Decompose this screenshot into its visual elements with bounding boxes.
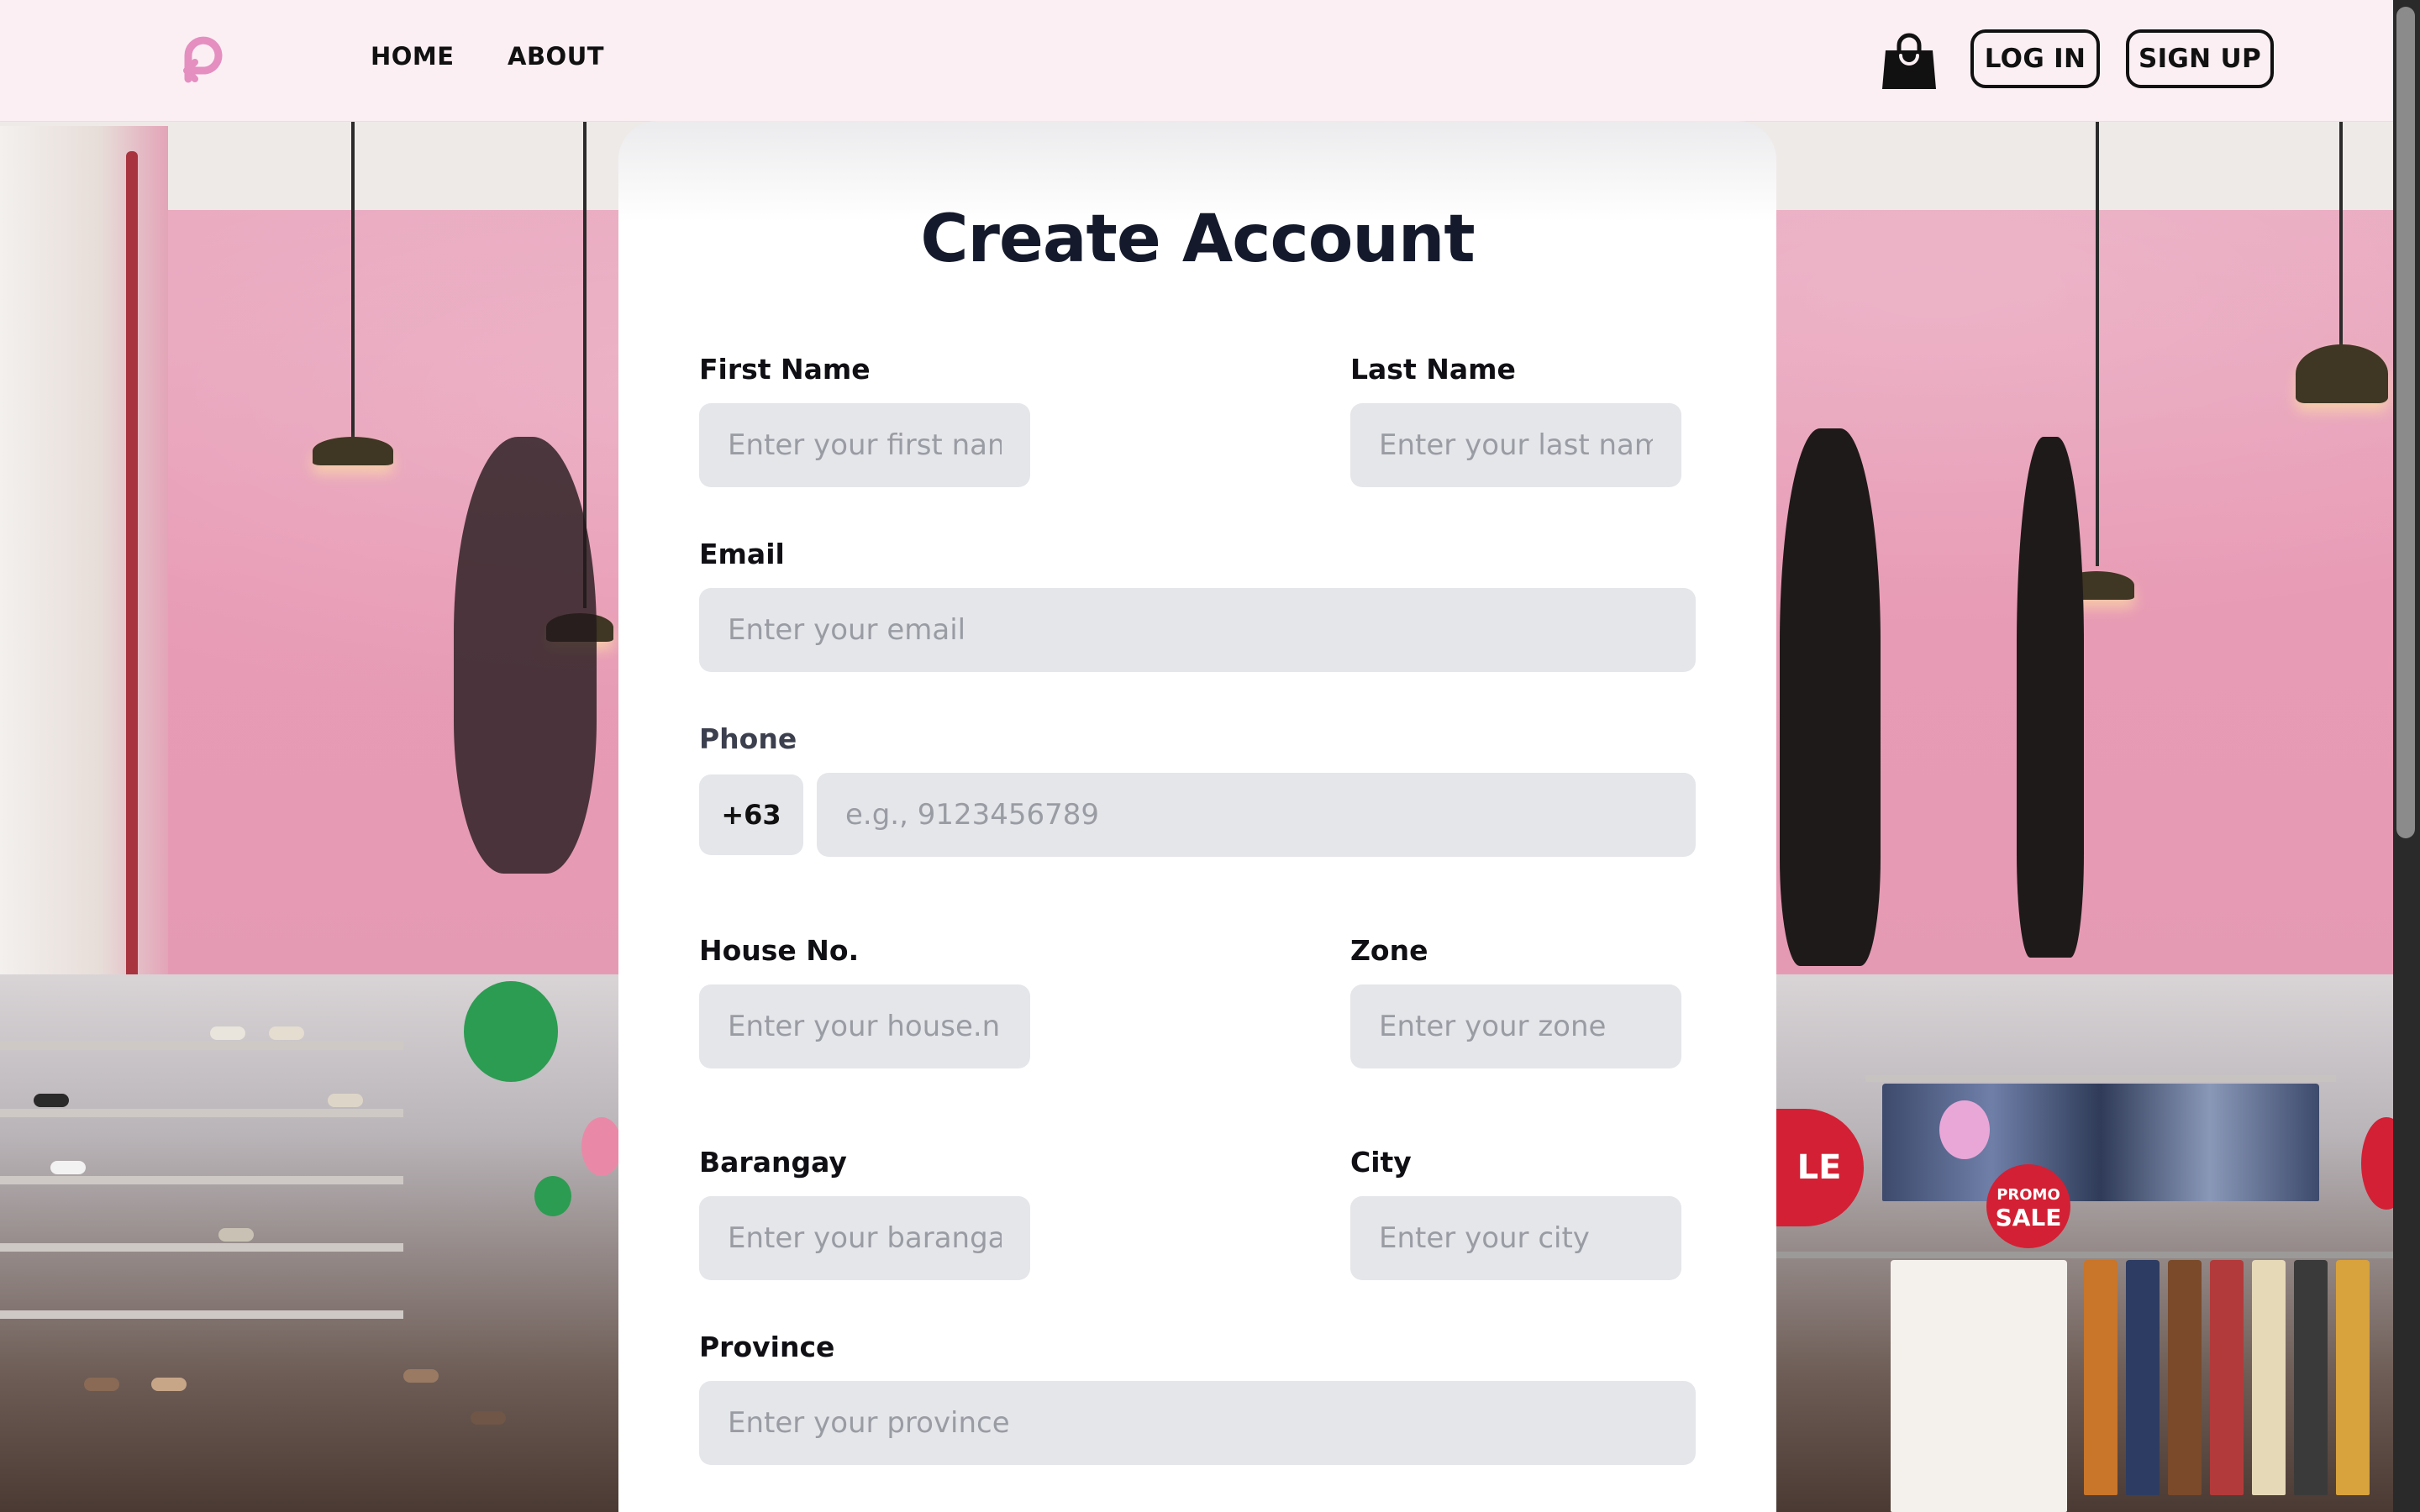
clothes-rack [1776, 1252, 2393, 1258]
garment [2084, 1260, 2118, 1495]
shoe [218, 1228, 254, 1242]
nav-home-link[interactable]: HOME [371, 42, 455, 71]
shoe [210, 1026, 245, 1040]
barangay-input[interactable] [699, 1196, 1030, 1280]
shoe [50, 1161, 86, 1174]
shoe-shelf [0, 1243, 403, 1252]
last-name-input[interactable] [1350, 403, 1681, 487]
first-name-input[interactable] [699, 403, 1030, 487]
shoe-shelf [0, 1310, 403, 1319]
phone-input[interactable] [817, 773, 1696, 857]
balloon [464, 981, 558, 1082]
garment [2336, 1260, 2370, 1495]
red-pipe [126, 151, 138, 991]
balloon [534, 1176, 571, 1216]
phone-label: Phone [699, 722, 797, 755]
create-account-card: Create Account First Name Last Name Emai… [618, 121, 1776, 1512]
garment [2252, 1260, 2286, 1495]
shoe-shelf [0, 1176, 403, 1184]
left-wall [0, 126, 168, 974]
email-label: Email [699, 538, 785, 570]
email-input[interactable] [699, 588, 1696, 672]
page-title: Create Account [920, 202, 1475, 277]
login-button[interactable]: LOG IN [1970, 29, 2100, 88]
logo-icon[interactable] [176, 30, 230, 84]
sale-badge-text: LE [1797, 1148, 1842, 1187]
sale-badge: PROMO SALE [1986, 1164, 2070, 1248]
shoe [269, 1026, 304, 1040]
wall-figure [1780, 428, 1881, 966]
lamp-cord [2339, 121, 2343, 348]
wall-figure [2017, 437, 2084, 958]
first-name-label: First Name [699, 353, 871, 386]
house-no-input[interactable] [699, 984, 1030, 1068]
lamp-cord [2096, 121, 2099, 566]
signup-button[interactable]: SIGN UP [2126, 29, 2274, 88]
scrollbar-thumb[interactable] [2396, 7, 2415, 838]
shoe [34, 1094, 69, 1107]
garment [1891, 1260, 2067, 1512]
lamp-cord [351, 121, 355, 440]
province-input[interactable] [699, 1381, 1696, 1465]
garment [2210, 1260, 2244, 1495]
garment [2294, 1260, 2328, 1495]
hanging-lamp [2296, 344, 2388, 403]
balloon [581, 1117, 622, 1176]
hanging-lamp [313, 437, 393, 465]
shoe [471, 1411, 506, 1425]
shoe [403, 1369, 439, 1383]
sale-badge-bottom-text: SALE [1995, 1204, 2062, 1231]
last-name-label: Last Name [1350, 353, 1516, 386]
nav-about-link[interactable]: ABOUT [508, 42, 604, 71]
city-label: City [1350, 1146, 1412, 1179]
house-no-label: House No. [699, 934, 860, 967]
city-input[interactable] [1350, 1196, 1681, 1280]
balloon [1939, 1100, 1990, 1159]
shopping-bag-icon[interactable] [1881, 30, 1938, 91]
garment [2168, 1260, 2202, 1495]
top-navbar: HOME ABOUT LOG IN SIGN UP [0, 0, 2420, 122]
sale-badge-top-text: PROMO [1996, 1186, 2060, 1204]
clothes-rack [1865, 1075, 2336, 1082]
shoe [84, 1378, 119, 1391]
phone-country-code: +63 [699, 774, 803, 855]
province-label: Province [699, 1331, 835, 1363]
zone-input[interactable] [1350, 984, 1681, 1068]
zone-label: Zone [1350, 934, 1428, 967]
wall-figure [454, 437, 597, 874]
garment [2126, 1260, 2160, 1495]
shoe-shelf [0, 1042, 403, 1050]
shoe-shelf [0, 1109, 403, 1117]
shoe [151, 1378, 187, 1391]
shoe [328, 1094, 363, 1107]
barangay-label: Barangay [699, 1146, 847, 1179]
